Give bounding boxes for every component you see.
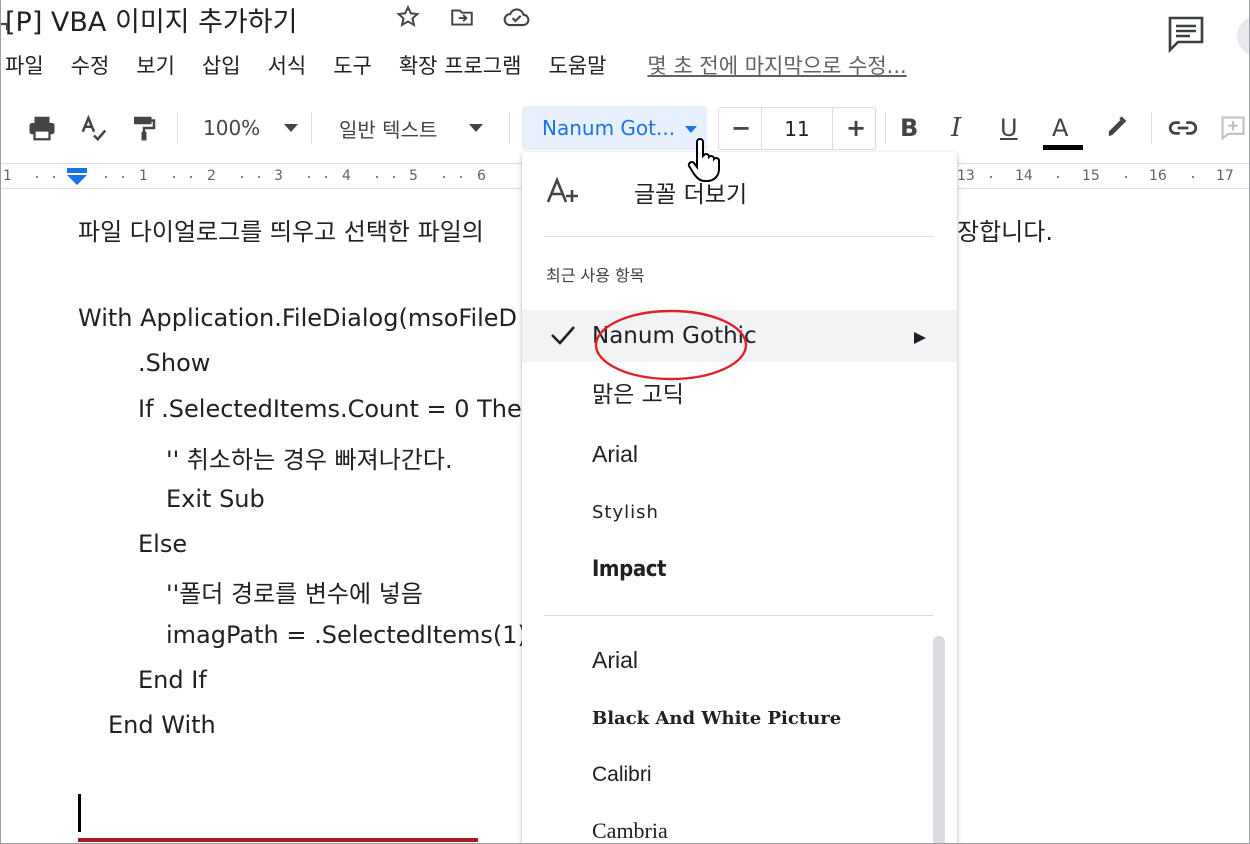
comment-icon[interactable] (1164, 12, 1208, 56)
add-font-icon (546, 176, 580, 210)
menu-item-edit[interactable]: 수정 (71, 50, 110, 80)
dropdown-scrollbar[interactable] (933, 636, 945, 843)
font-item-cambria[interactable]: Cambria (522, 805, 957, 843)
paragraph-style-select[interactable]: 일반 텍스트 (339, 102, 484, 154)
zoom-value: 100% (203, 116, 261, 140)
menu-item-insert[interactable]: 삽입 (202, 50, 241, 80)
code-line[interactable]: imagPath = .SelectedItems(1) (166, 621, 527, 649)
checkmark-icon (550, 324, 576, 350)
redo-icon[interactable] (1, 0, 9, 52)
star-icon[interactable] (393, 2, 423, 32)
menu-item-view[interactable]: 보기 (136, 50, 175, 80)
highlight-circle (593, 308, 749, 382)
font-item-impact[interactable]: Impact (522, 543, 957, 595)
italic-button[interactable]: I (951, 102, 961, 154)
code-line[interactable]: .Show (138, 349, 210, 377)
spellcheck-icon[interactable] (79, 102, 109, 154)
font-item-label: Impact (592, 556, 667, 582)
recent-fonts-heading: 최근 사용 항목 (546, 266, 645, 285)
chevron-down-icon (469, 124, 484, 132)
code-line[interactable]: Else (138, 530, 187, 558)
text-color-swatch (1043, 145, 1083, 150)
font-item-label: Arial (592, 440, 639, 467)
menu-item-tools[interactable]: 도구 (333, 50, 372, 80)
ruler-label: 1 (3, 168, 12, 184)
menu-divider (544, 615, 934, 616)
font-dropdown-menu: 글꼴 더보기 최근 사용 항목 Nanum Gothic 맑은 고딕 Arial… (522, 152, 957, 843)
toolbar-divider (177, 112, 178, 144)
last-edit-link[interactable]: 몇 초 전에 마지막으로 수정... (647, 50, 906, 80)
doc-paragraph[interactable]: 파일 다이얼로그를 띄우고 선택한 파일의 (78, 212, 484, 247)
ruler-label: 4 (342, 168, 351, 184)
font-size-input[interactable]: 11 (761, 107, 833, 150)
move-folder-icon[interactable] (447, 2, 477, 32)
font-item-label: Calibri (592, 763, 652, 786)
menu-item-format[interactable]: 서식 (268, 50, 307, 80)
code-line[interactable]: With Application.FileDialog(msoFileD (78, 304, 517, 332)
chevron-down-icon (685, 126, 697, 133)
toolbar-divider (885, 112, 886, 144)
paint-format-icon[interactable] (129, 102, 159, 154)
font-item-label: Black And White Picture (592, 707, 842, 729)
doc-paragraph-tail[interactable]: 장합니다. (957, 212, 1053, 247)
font-item-stylish[interactable]: Stylish (522, 486, 957, 538)
code-line[interactable]: End With (108, 711, 216, 739)
ruler-label: 15 (1082, 168, 1100, 184)
ruler-label: 5 (409, 168, 418, 184)
zoom-select[interactable]: 100% (203, 102, 299, 154)
ruler-label: 17 (1216, 168, 1234, 184)
ruler-label: 1 (139, 168, 148, 184)
toolbar-divider (1151, 112, 1152, 144)
font-item-arial[interactable]: Arial (522, 634, 957, 686)
indent-marker-icon[interactable] (67, 168, 87, 186)
hand-pointer-icon (687, 138, 723, 184)
code-line[interactable]: If .SelectedItems.Count = 0 Then (138, 395, 537, 423)
code-line[interactable]: End If (138, 666, 207, 694)
link-icon[interactable] (1167, 102, 1199, 154)
font-item-calibri[interactable]: Calibri (522, 749, 957, 801)
font-select-value: Nanum Got... (542, 116, 676, 140)
increase-font-size-button[interactable]: + (846, 102, 866, 154)
code-line[interactable]: ''폴더 경로를 변수에 넣음 (166, 574, 423, 609)
account-avatar[interactable] (1237, 16, 1249, 56)
menu-divider (544, 236, 934, 237)
code-line[interactable]: '' 취소하는 경우 빠져나간다. (166, 440, 453, 475)
menu-item-file[interactable]: 파일 (5, 50, 44, 80)
menu-item-help[interactable]: 도움말 (548, 50, 606, 80)
docs-window: [P] VBA 이미지 추가하기 파일 수정 보기 삽입 서식 도구 확장 프로… (0, 0, 1250, 844)
decrease-font-size-button[interactable]: − (731, 102, 751, 154)
ruler-label: 16 (1149, 168, 1167, 184)
document-title[interactable]: [P] VBA 이미지 추가하기 (5, 0, 297, 39)
submenu-arrow-icon (914, 329, 926, 348)
ruler-label: 6 (477, 168, 486, 184)
ruler-label: 3 (274, 168, 283, 184)
menu-bar: 파일 수정 보기 삽입 서식 도구 확장 프로그램 도움말 몇 초 전에 마지막… (5, 50, 934, 80)
add-comment-icon[interactable] (1219, 102, 1247, 154)
menu-item-extensions[interactable]: 확장 프로그램 (399, 50, 522, 80)
more-fonts-item[interactable]: 글꼴 더보기 (522, 166, 957, 218)
text-cursor (78, 794, 81, 832)
bold-button[interactable]: B (900, 102, 918, 154)
image-border-edge (78, 838, 478, 842)
ruler-label: 13 (957, 168, 975, 184)
code-line[interactable]: Exit Sub (166, 485, 265, 513)
underline-button[interactable]: U (1000, 102, 1018, 154)
chevron-down-icon (284, 124, 299, 132)
toolbar-divider (509, 112, 510, 144)
ruler-label: 14 (1015, 168, 1033, 184)
toolbar-divider (311, 112, 312, 144)
paragraph-style-value: 일반 텍스트 (339, 117, 438, 142)
font-item-label: Stylish (592, 501, 659, 523)
font-item-label: Arial (592, 646, 639, 673)
highlight-icon[interactable] (1103, 102, 1131, 154)
font-item-black-and-white-picture[interactable]: Black And White Picture (522, 692, 957, 744)
font-item-arial[interactable]: Arial (522, 428, 957, 480)
cloud-saved-icon[interactable] (501, 2, 531, 32)
print-icon[interactable] (27, 102, 57, 154)
ruler-label: 2 (207, 168, 216, 184)
font-item-label: Cambria (592, 818, 668, 843)
